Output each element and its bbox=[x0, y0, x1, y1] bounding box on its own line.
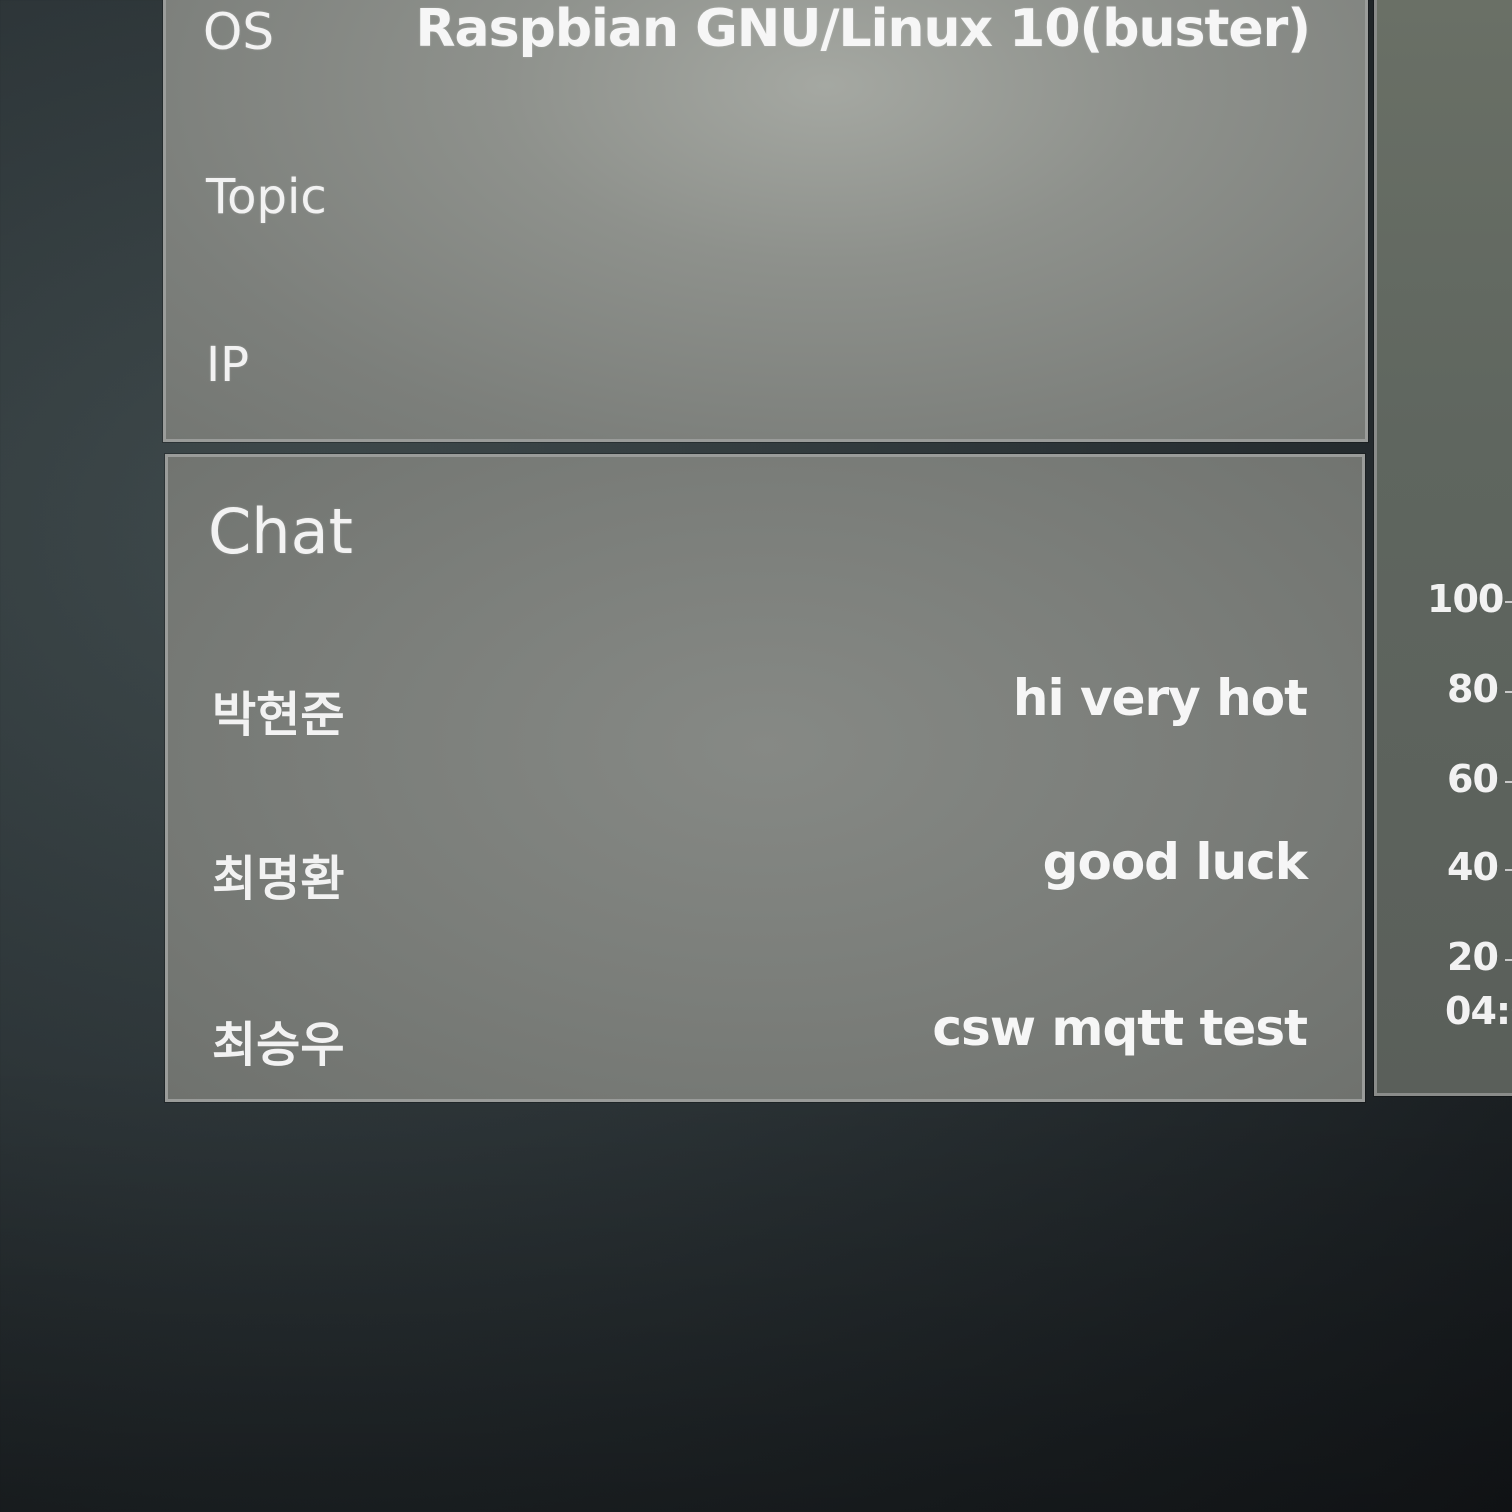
y-tick-mark bbox=[1505, 781, 1512, 783]
chat-title: Chat bbox=[208, 495, 353, 568]
os-label: OS bbox=[203, 3, 275, 61]
os-value: Raspbian GNU/Linux 10(buster) bbox=[415, 0, 1311, 59]
chat-message-text: csw mqtt test bbox=[932, 999, 1308, 1057]
y-tick-mark bbox=[1505, 691, 1512, 693]
topic-label: Topic bbox=[206, 169, 327, 225]
chat-sender-name: 박현준 bbox=[212, 687, 345, 743]
y-tick-label: 80 bbox=[1447, 667, 1499, 711]
chat-sender-name: 최명환 bbox=[212, 851, 345, 907]
chat-message-text: good luck bbox=[1042, 833, 1308, 891]
y-tick-label: 20 bbox=[1447, 935, 1499, 979]
chat-sender-name: 최승우 bbox=[212, 1017, 345, 1073]
chat-panel: Chat 박현준 hi very hot 최명환 good luck 최승우 c… bbox=[165, 454, 1365, 1102]
chart-panel: 100 80 60 40 20 04:0 bbox=[1374, 0, 1512, 1096]
y-tick-mark bbox=[1505, 869, 1512, 871]
y-tick-mark bbox=[1505, 959, 1512, 961]
y-tick-label: 100 bbox=[1427, 577, 1504, 621]
chat-message-text: hi very hot bbox=[1012, 669, 1308, 727]
y-tick-label: 60 bbox=[1447, 757, 1499, 801]
ip-label: IP bbox=[206, 337, 250, 393]
device-info-panel: OS Raspbian GNU/Linux 10(buster) Topic I… bbox=[163, 0, 1368, 442]
x-tick-label: 04:0 bbox=[1445, 989, 1512, 1033]
y-tick-label: 40 bbox=[1447, 845, 1499, 889]
y-tick-mark bbox=[1505, 601, 1512, 603]
